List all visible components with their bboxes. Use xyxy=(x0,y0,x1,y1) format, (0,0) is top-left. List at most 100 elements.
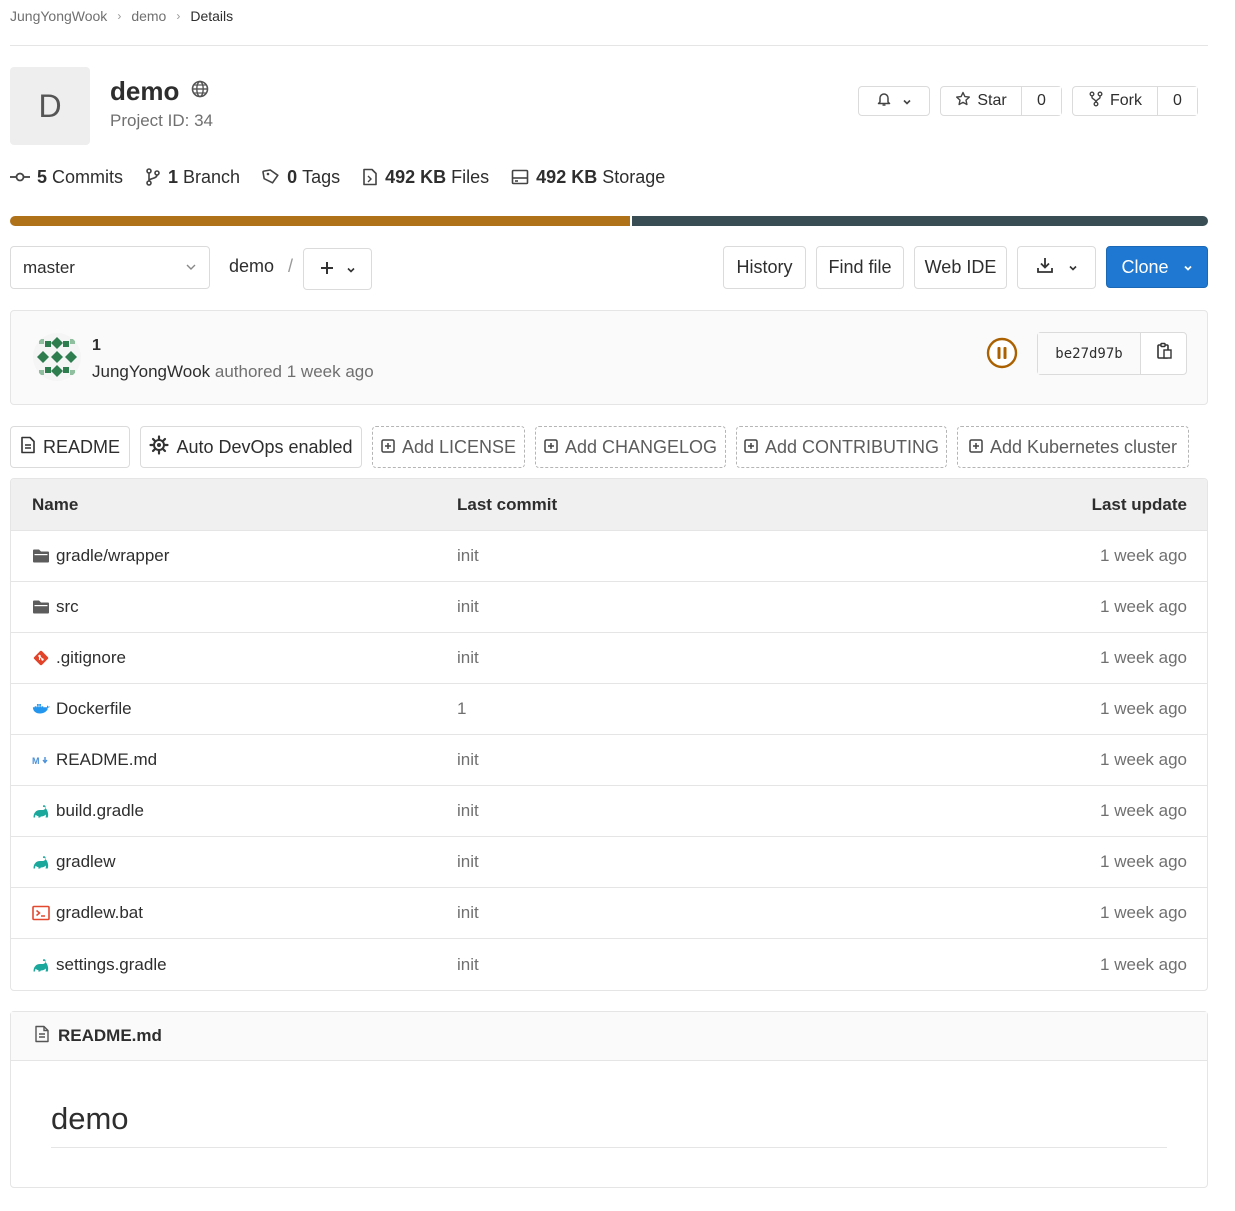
table-row[interactable]: Dockerfile 1 1 week ago xyxy=(11,684,1207,735)
readme-filename[interactable]: README.md xyxy=(58,1026,162,1046)
find-file-button[interactable]: Find file xyxy=(816,246,904,289)
globe-icon xyxy=(191,80,209,103)
table-row[interactable]: build.gradle init 1 week ago xyxy=(11,786,1207,837)
branches-stat[interactable]: 1 Branch xyxy=(145,167,240,188)
last-update-cell: 1 week ago xyxy=(1100,750,1187,769)
last-commit-cell[interactable]: init xyxy=(457,903,907,923)
table-row[interactable]: gradlew init 1 week ago xyxy=(11,837,1207,888)
star-toggle[interactable]: Star xyxy=(941,87,1021,115)
table-row[interactable]: M README.md init 1 week ago xyxy=(11,735,1207,786)
markdown-icon: M xyxy=(32,751,50,769)
table-row[interactable]: gradle/wrapper init 1 week ago xyxy=(11,531,1207,582)
file-name-cell: gradle/wrapper xyxy=(11,546,457,566)
author-avatar[interactable] xyxy=(33,333,81,381)
language-segment-dockerfile[interactable] xyxy=(632,216,1208,226)
table-row[interactable]: settings.gradle init 1 week ago xyxy=(11,939,1207,990)
file-name-link[interactable]: src xyxy=(56,597,79,617)
file-name-link[interactable]: README.md xyxy=(56,750,157,770)
divider xyxy=(10,45,1208,46)
fork-button[interactable]: Fork 0 xyxy=(1072,86,1198,116)
fork-label: Fork xyxy=(1110,92,1142,109)
last-commit-cell[interactable]: init xyxy=(457,597,907,617)
last-commit-cell[interactable]: init xyxy=(457,750,907,770)
storage-stat[interactable]: 492 KB Storage xyxy=(511,167,665,188)
files-label: Files xyxy=(451,166,490,187)
table-row[interactable]: gradlew.bat init 1 week ago xyxy=(11,888,1207,939)
last-commit-cell[interactable]: init xyxy=(457,955,907,975)
breadcrumb-project[interactable]: demo xyxy=(131,8,166,24)
file-name-link[interactable]: gradlew.bat xyxy=(56,903,143,923)
add-contributing-label: Add CONTRIBUTING xyxy=(764,436,940,457)
breadcrumb-current[interactable]: Details xyxy=(190,8,233,24)
commits-label: Commits xyxy=(52,166,124,187)
gradle-icon xyxy=(32,802,50,820)
last-commit-cell[interactable]: init xyxy=(457,648,907,668)
repository-languages-bar[interactable] xyxy=(10,216,1208,226)
add-to-tree-dropdown[interactable] xyxy=(303,248,372,290)
file-name-link[interactable]: Dockerfile xyxy=(56,699,132,719)
table-row[interactable]: src init 1 week ago xyxy=(11,582,1207,633)
commit-title[interactable]: 1 xyxy=(92,337,101,355)
path-root-link[interactable]: demo xyxy=(229,256,274,277)
last-update-cell: 1 week ago xyxy=(1100,699,1187,718)
add-kubernetes-button[interactable]: Add Kubernetes cluster xyxy=(957,426,1189,468)
last-commit-cell[interactable]: init xyxy=(457,852,907,872)
last-commit-cell[interactable]: init xyxy=(457,801,907,821)
readme-body: demo xyxy=(11,1061,1207,1148)
pipeline-paused-icon[interactable] xyxy=(986,337,1018,369)
file-zip-icon xyxy=(362,168,378,186)
tag-icon xyxy=(262,168,280,186)
history-button[interactable]: History xyxy=(723,246,806,289)
commits-stat[interactable]: 5 Commits xyxy=(10,167,123,188)
web-ide-button[interactable]: Web IDE xyxy=(914,246,1007,289)
file-name-link[interactable]: build.gradle xyxy=(56,801,144,821)
language-segment-java[interactable] xyxy=(10,216,630,226)
files-stat[interactable]: 492 KB Files xyxy=(362,167,489,188)
commit-icon xyxy=(10,170,30,184)
notification-dropdown[interactable] xyxy=(858,86,930,116)
file-name-link[interactable]: gradle/wrapper xyxy=(56,546,169,566)
file-name-cell: M README.md xyxy=(11,750,457,770)
last-commit-cell[interactable]: 1 xyxy=(457,699,907,719)
add-contributing-button[interactable]: Add CONTRIBUTING xyxy=(736,426,947,468)
tags-label: Tags xyxy=(302,166,341,187)
project-avatar: D xyxy=(10,67,90,145)
gradle-icon xyxy=(32,956,50,974)
star-button[interactable]: Star 0 xyxy=(940,86,1062,116)
add-changelog-label: Add CHANGELOG xyxy=(564,436,718,457)
star-icon xyxy=(955,91,971,112)
docker-icon xyxy=(32,700,50,718)
branches-count: 1 xyxy=(168,166,179,187)
fork-toggle[interactable]: Fork xyxy=(1073,87,1157,115)
chevron-down-icon xyxy=(1068,257,1078,278)
last-commit-cell[interactable]: init xyxy=(457,546,907,566)
download-dropdown[interactable] xyxy=(1017,246,1096,289)
commit-meta: JungYongWook authored 1 week ago xyxy=(92,362,374,382)
branch-select[interactable]: master xyxy=(10,246,210,289)
last-update-cell: 1 week ago xyxy=(1100,597,1187,616)
add-changelog-button[interactable]: Add CHANGELOG xyxy=(535,426,726,468)
last-update-cell: 1 week ago xyxy=(1100,801,1187,820)
fork-count[interactable]: 0 xyxy=(1157,87,1197,115)
svg-text:M: M xyxy=(32,756,40,766)
file-name-link[interactable]: settings.gradle xyxy=(56,955,167,975)
table-row[interactable]: .gitignore init 1 week ago xyxy=(11,633,1207,684)
fork-icon xyxy=(1088,91,1104,112)
add-license-button[interactable]: Add LICENSE xyxy=(372,426,525,468)
file-name-cell: gradlew xyxy=(11,852,457,872)
last-update-cell: 1 week ago xyxy=(1100,648,1187,667)
files-size: 492 KB xyxy=(385,166,447,187)
readme-button[interactable]: README xyxy=(10,426,130,468)
folder-icon xyxy=(32,547,50,565)
commit-sha-link[interactable]: be27d97b xyxy=(1038,333,1141,374)
file-name-link[interactable]: .gitignore xyxy=(56,648,126,668)
file-name-link[interactable]: gradlew xyxy=(56,852,116,872)
copy-sha-button[interactable] xyxy=(1141,333,1186,374)
tags-stat[interactable]: 0 Tags xyxy=(262,167,340,188)
commit-author-link[interactable]: JungYongWook xyxy=(92,362,210,381)
star-count[interactable]: 0 xyxy=(1021,87,1061,115)
chevron-down-icon xyxy=(346,259,356,280)
clone-dropdown[interactable]: Clone xyxy=(1106,246,1208,288)
breadcrumb-owner[interactable]: JungYongWook xyxy=(10,8,107,24)
auto-devops-button[interactable]: Auto DevOps enabled xyxy=(140,426,362,468)
